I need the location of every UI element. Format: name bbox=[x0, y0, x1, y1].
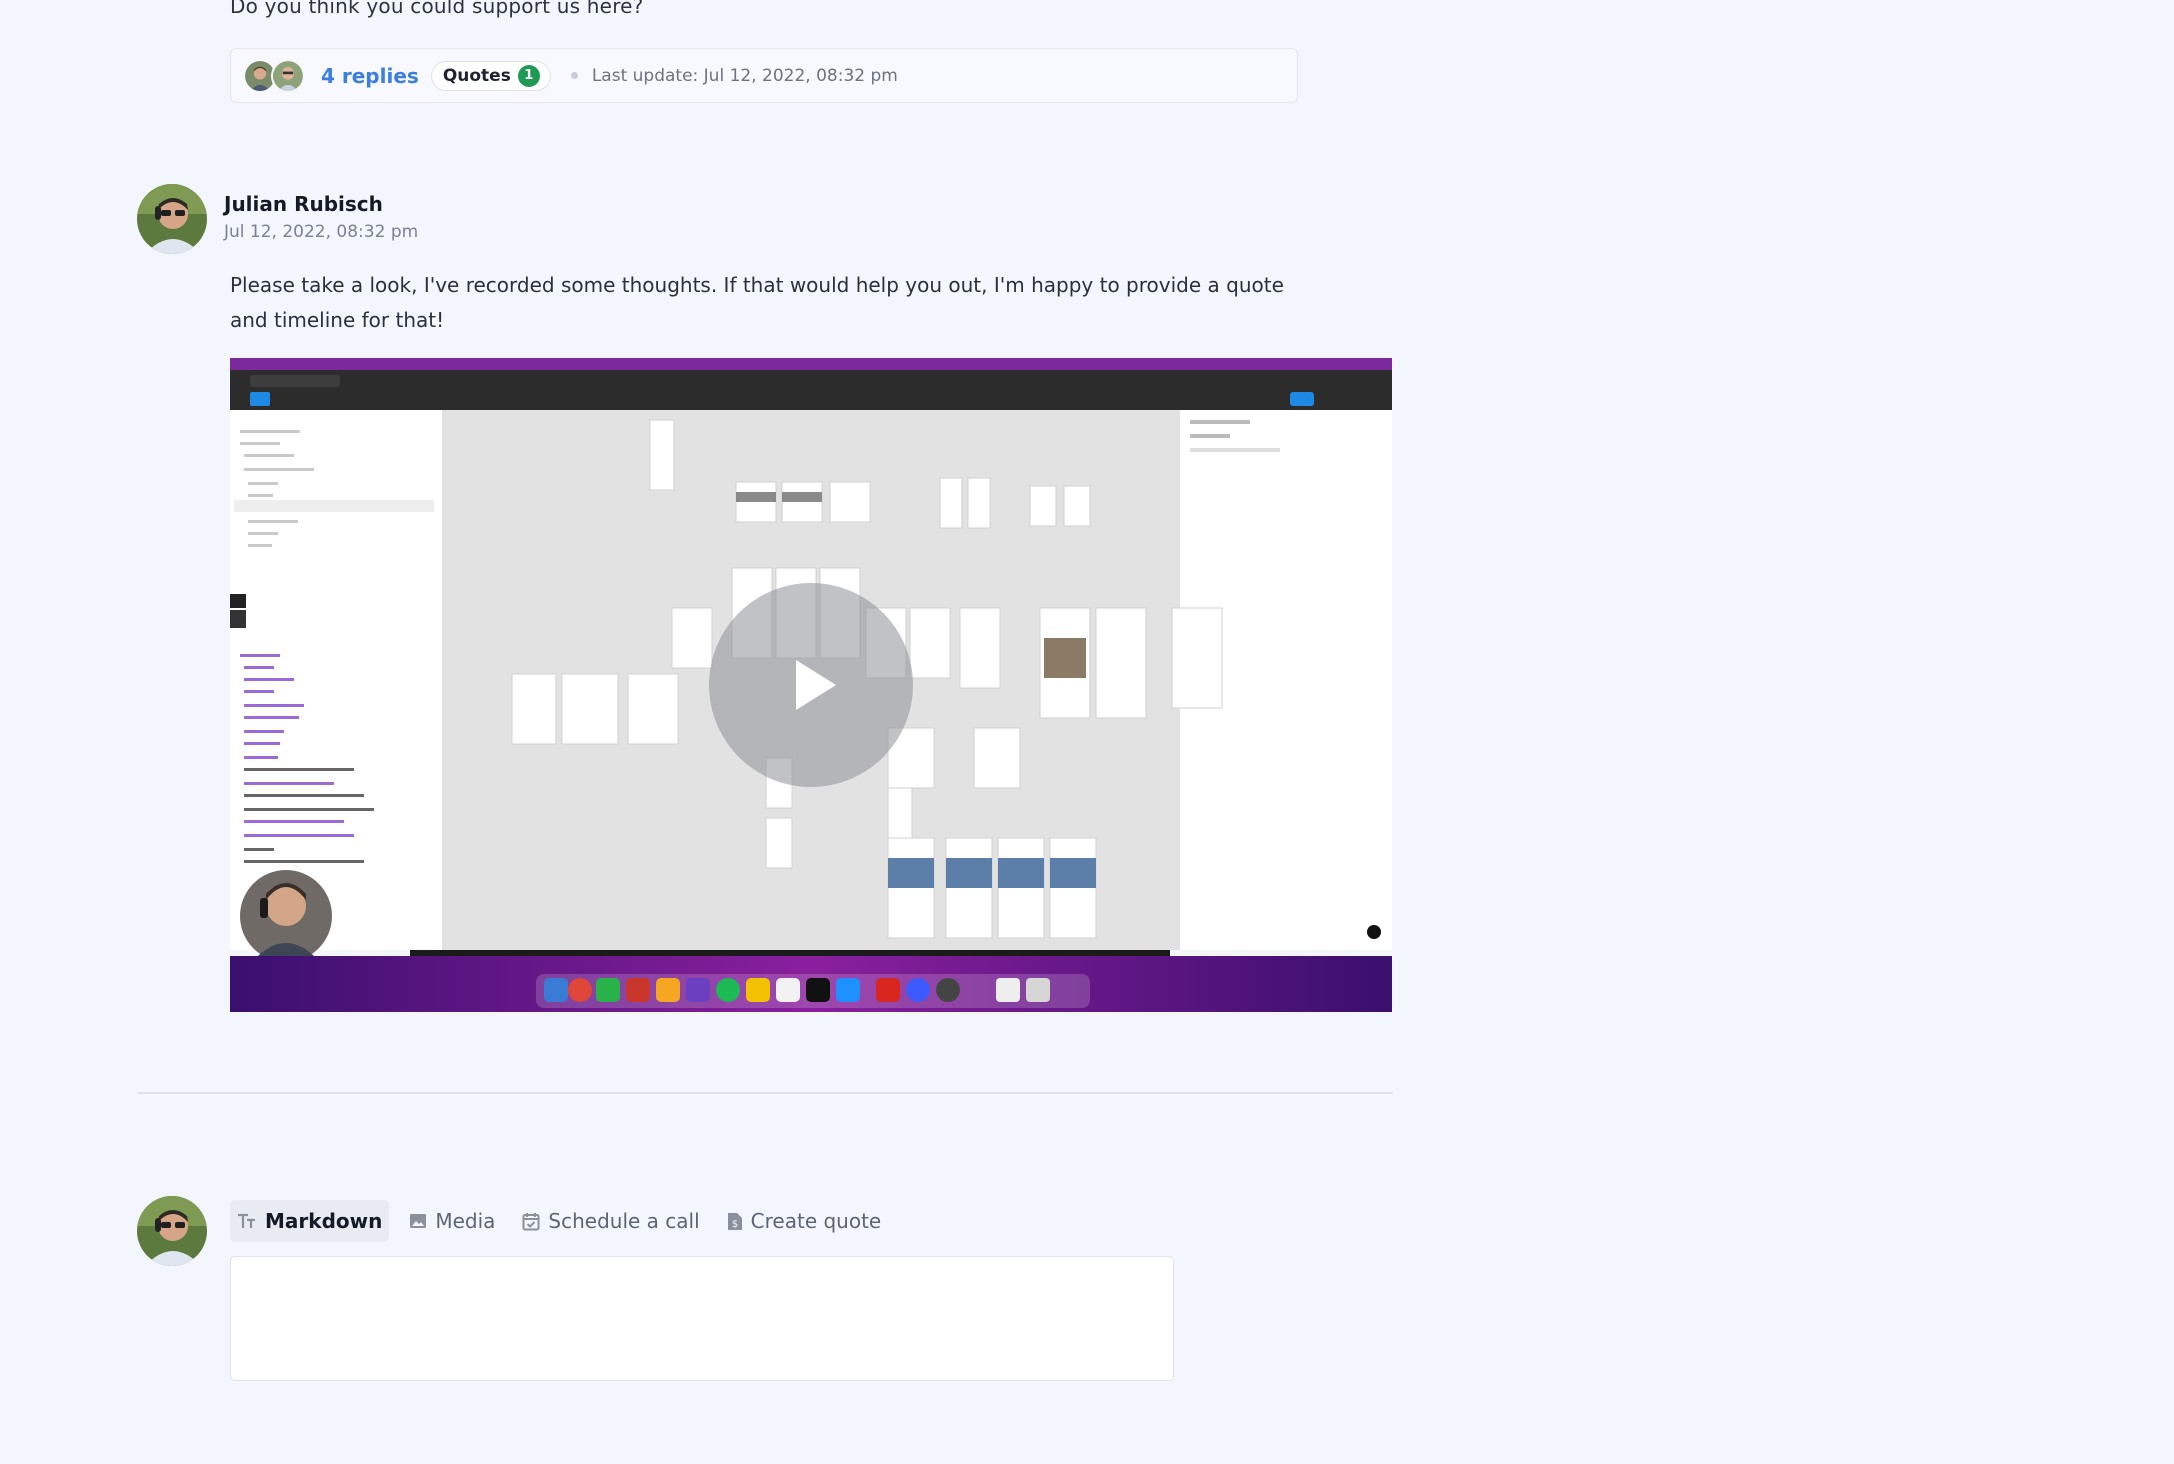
tab-media-label: Media bbox=[435, 1209, 496, 1233]
message-timestamp: Jul 12, 2022, 08:32 pm bbox=[224, 222, 419, 242]
section-divider bbox=[137, 1092, 1393, 1094]
tab-schedule-call-label: Schedule a call bbox=[548, 1209, 700, 1233]
quotes-label: Quotes bbox=[442, 65, 511, 86]
tab-markdown[interactable]: Markdown bbox=[230, 1200, 390, 1242]
text-format-icon bbox=[238, 1213, 255, 1228]
calendar-check-icon bbox=[522, 1212, 540, 1230]
video-player[interactable] bbox=[230, 358, 1392, 1012]
previous-message-text: Do you think you could support us here? bbox=[230, 0, 644, 18]
message-body: Please take a look, I've recorded some t… bbox=[230, 273, 1284, 332]
thread-summary-bar: 4 replies Quotes 1 Last update: Jul 12, … bbox=[230, 48, 1298, 103]
video-thumbnail bbox=[230, 358, 1392, 1012]
separator-dot bbox=[570, 72, 578, 79]
play-button[interactable] bbox=[709, 583, 913, 787]
image-icon bbox=[410, 1214, 427, 1228]
author-avatar[interactable] bbox=[137, 184, 207, 254]
tab-markdown-label: Markdown bbox=[265, 1209, 383, 1233]
svg-text:$: $ bbox=[731, 1219, 737, 1230]
tab-create-quote[interactable]: $ Create quote bbox=[720, 1200, 889, 1242]
tab-schedule-call[interactable]: Schedule a call bbox=[515, 1200, 706, 1242]
tab-create-quote-label: Create quote bbox=[750, 1209, 882, 1233]
composer-toolbar: Markdown Media Schedule a call $ Create … bbox=[230, 1200, 901, 1242]
quotes-count: 1 bbox=[517, 64, 540, 87]
current-user-avatar bbox=[137, 1196, 207, 1266]
dollar-document-icon: $ bbox=[727, 1212, 742, 1230]
replies-link[interactable]: 4 replies bbox=[321, 64, 419, 88]
author-name[interactable]: Julian Rubisch bbox=[224, 192, 383, 216]
message-editor[interactable] bbox=[230, 1256, 1174, 1381]
participant-avatar bbox=[271, 58, 305, 93]
last-update-text: Last update: Jul 12, 2022, 08:32 pm bbox=[591, 65, 898, 86]
quotes-badge[interactable]: Quotes 1 bbox=[430, 60, 551, 91]
tab-media[interactable]: Media bbox=[402, 1200, 502, 1242]
webcam-bubble bbox=[240, 870, 332, 962]
